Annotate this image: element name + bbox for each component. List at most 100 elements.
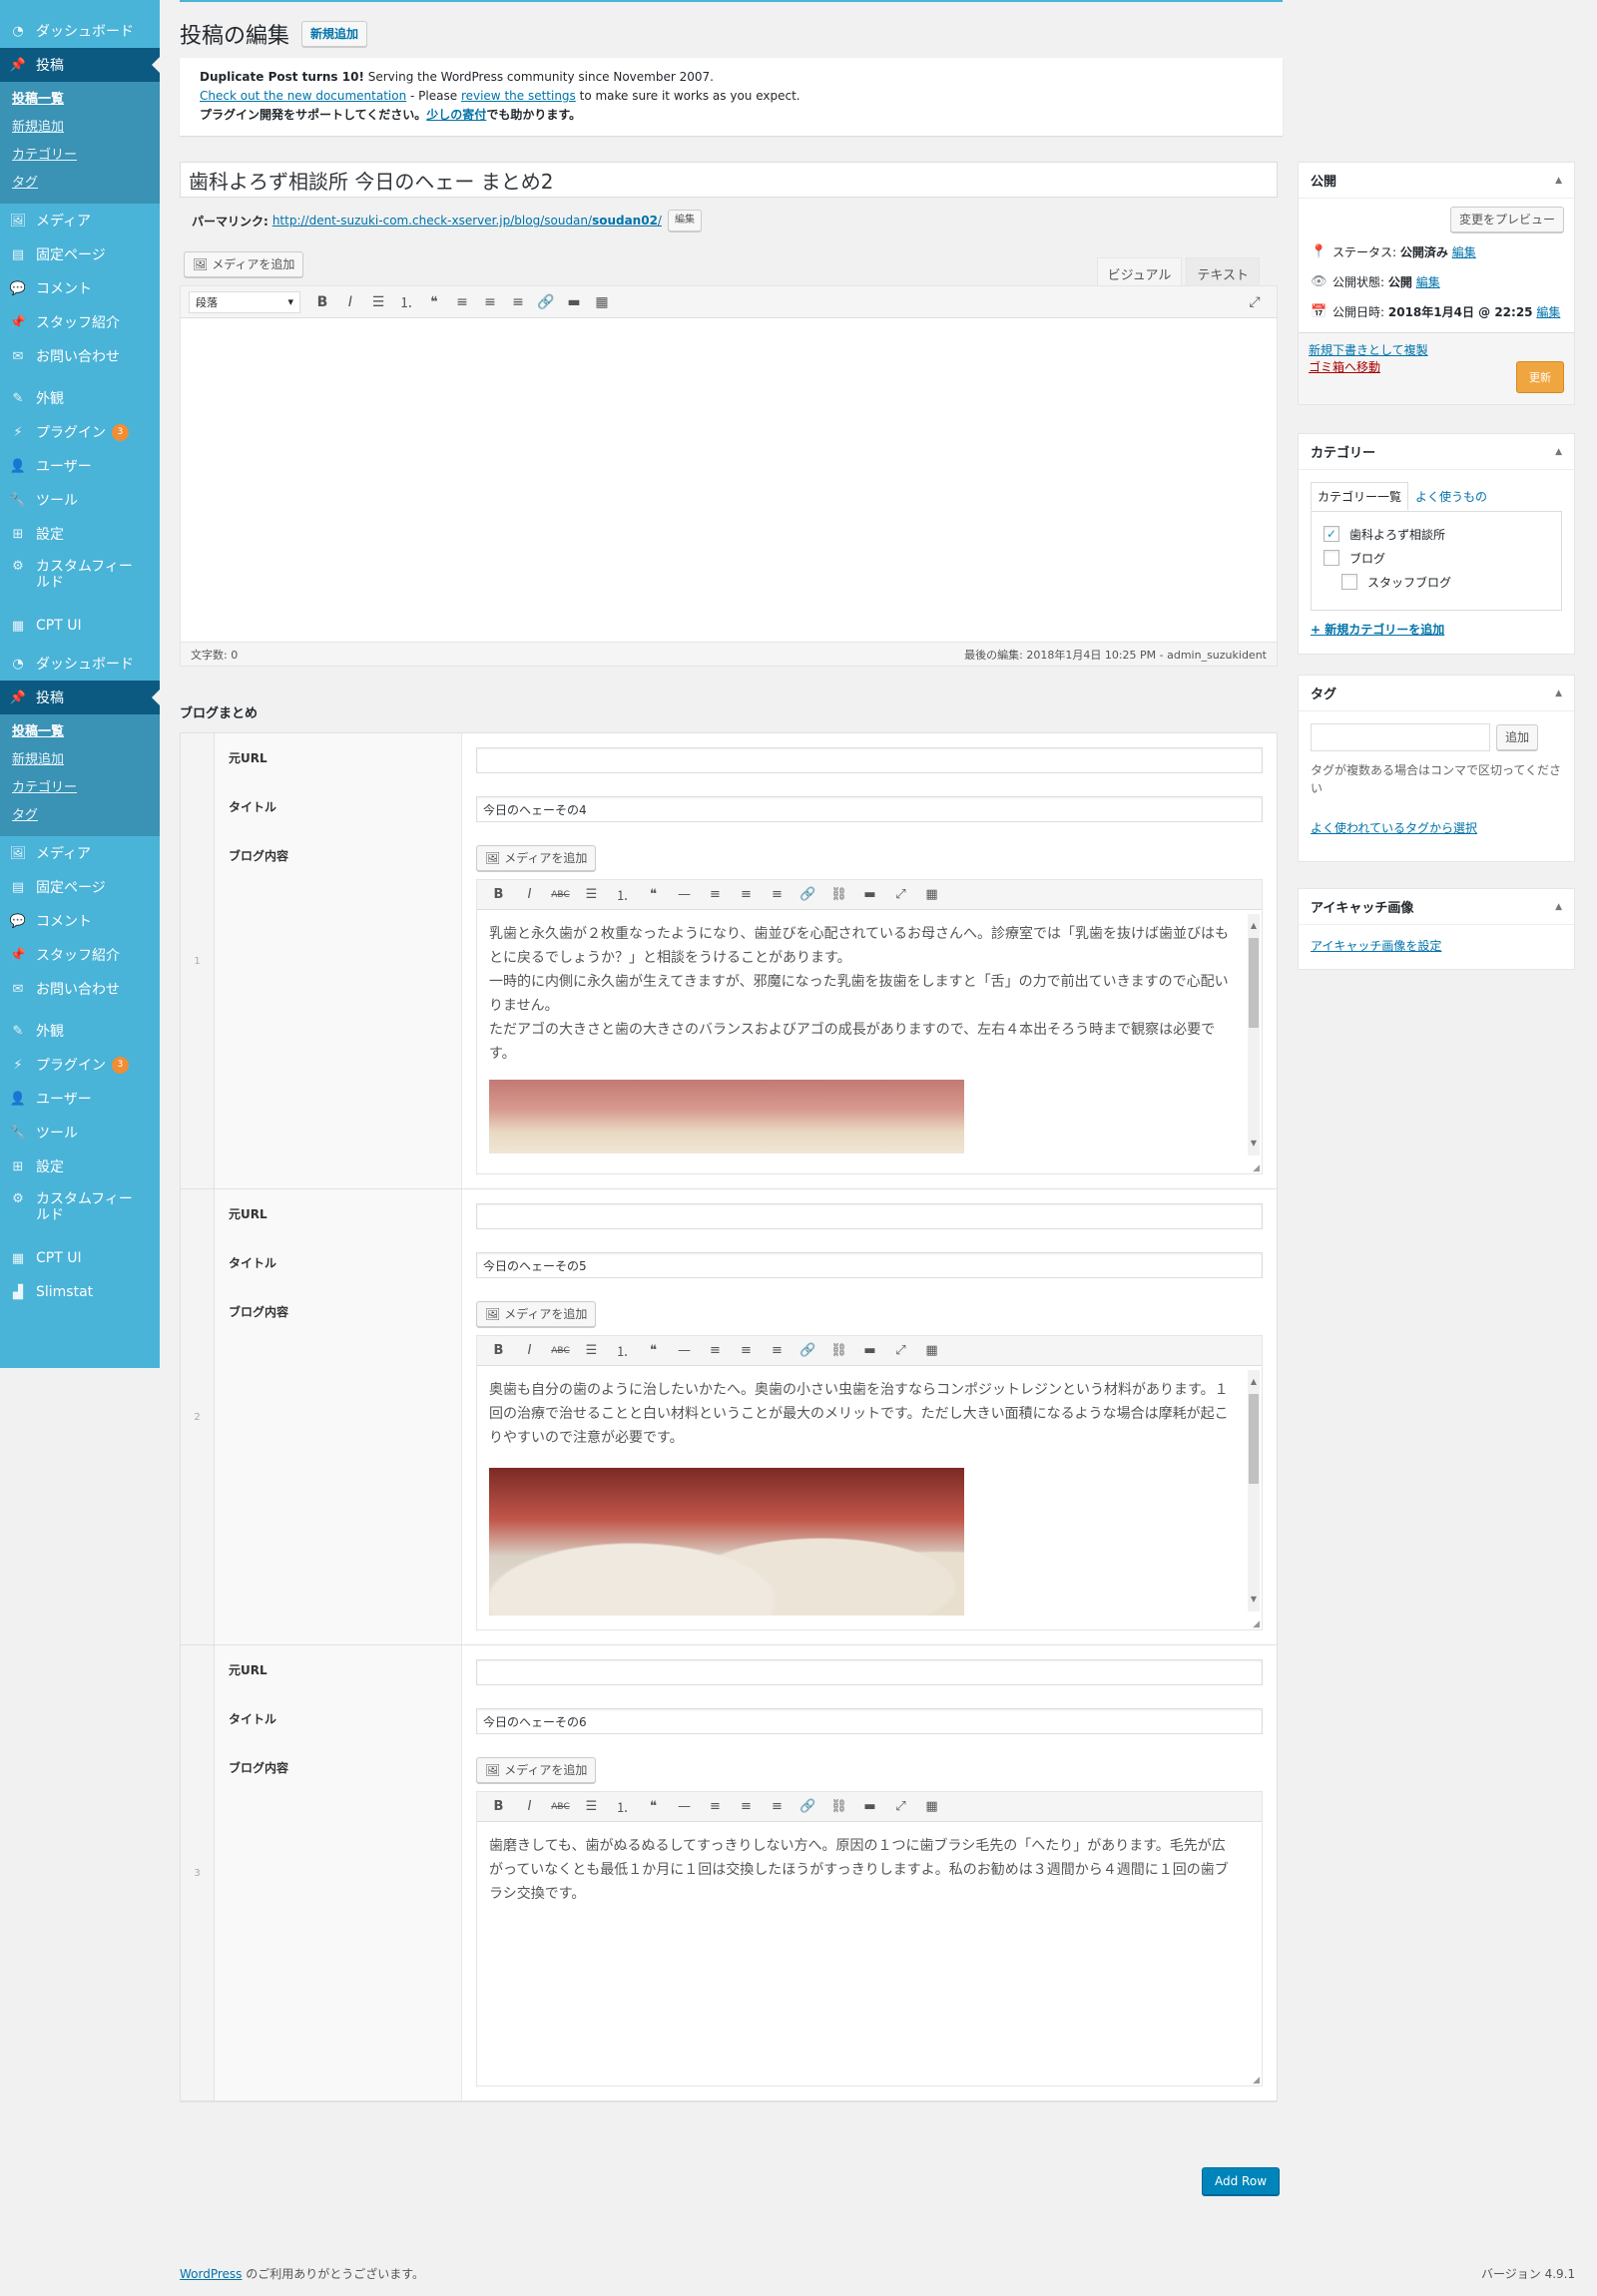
choose-tags-link[interactable]: よく使われているタグから選択 (1311, 821, 1477, 835)
collapse-arrow-icon[interactable]: ▲ (1555, 176, 1562, 186)
sidebar-item[interactable]: ⊞ 設定 (0, 517, 160, 551)
fullscreen-icon[interactable]: ⤢ (885, 883, 916, 907)
blockquote-icon[interactable]: ❝ (638, 1795, 669, 1819)
align-right-icon[interactable]: ≡ (762, 883, 793, 907)
tag-add-button[interactable]: 追加 (1496, 723, 1539, 750)
sidebar-item[interactable]: ◔ ダッシュボード (0, 14, 160, 48)
wysiwyg-content[interactable]: 乳歯と永久歯が２枚重なったようになり、歯並びを心配されているお母さんへ。診療室で… (477, 910, 1262, 1159)
read-more-icon[interactable]: ▬ (854, 883, 885, 907)
submenu-item[interactable]: タグ (0, 802, 160, 830)
read-more-icon[interactable]: ▬ (854, 1795, 885, 1819)
wysiwyg-content[interactable]: 歯磨きしても、歯がぬるぬるしてすっきりしない方へ。原因の１つに歯ブラシ毛先の「へ… (477, 1822, 1262, 2071)
blockquote-icon[interactable]: ❝ (638, 883, 669, 907)
toolbar-toggle-icon[interactable]: ▦ (916, 1795, 947, 1819)
blockquote-icon[interactable]: ❝ (638, 1339, 669, 1363)
scrollbar-thumb[interactable] (1249, 1394, 1259, 1484)
bold-icon[interactable]: B (483, 1339, 514, 1363)
add-category-link[interactable]: + 新規カテゴリーを追加 (1311, 623, 1444, 637)
bold-icon[interactable]: B (483, 1795, 514, 1819)
sidebar-item[interactable]: 🖼 メディア (0, 204, 160, 237)
vertical-scrollbar[interactable]: ▲ ▼ (1248, 914, 1260, 1155)
tag-input[interactable] (1311, 723, 1490, 751)
sidebar-item[interactable]: ✉ お問い合わせ (0, 339, 160, 373)
set-featured-image-link[interactable]: アイキャッチ画像を設定 (1311, 939, 1441, 953)
bullet-list-icon[interactable]: ☰ (364, 290, 392, 314)
tags-box-header[interactable]: タグ ▲ (1299, 676, 1574, 711)
sidebar-item[interactable]: 💬 コメント (0, 271, 160, 305)
scrollbar-thumb[interactable] (1249, 938, 1259, 1028)
link-icon[interactable]: 🔗 (793, 1795, 823, 1819)
wysiwyg-content[interactable]: 奥歯も自分の歯のように治したいかたへ。奥歯の小さい虫歯を治すならコンポジットレジ… (477, 1366, 1262, 1615)
resize-grip-icon[interactable]: ◢ (1253, 1619, 1260, 1629)
post-title-input[interactable] (180, 162, 1278, 198)
align-right-icon[interactable]: ≡ (504, 290, 532, 314)
fullscreen-icon[interactable]: ⤢ (885, 1795, 916, 1819)
sidebar-item[interactable]: ⚙ カスタムフィールド (0, 551, 160, 601)
submenu-item[interactable]: 新規追加 (0, 746, 160, 774)
category-checkbox[interactable]: ✓ (1324, 526, 1339, 542)
bullet-list-icon[interactable]: ☰ (576, 883, 607, 907)
documentation-link[interactable]: Check out the new documentation (200, 89, 406, 103)
submenu-item[interactable]: 投稿一覧 (0, 718, 160, 746)
scroll-down-icon[interactable]: ▼ (1251, 1132, 1257, 1155)
fullscreen-icon[interactable]: ⤢ (1241, 290, 1269, 314)
add-media-button[interactable]: 🖼 メディアを追加 (476, 845, 597, 871)
add-row-button[interactable]: Add Row (1202, 2167, 1281, 2195)
category-checkbox[interactable] (1341, 574, 1357, 590)
align-left-icon[interactable]: ≡ (700, 1795, 731, 1819)
category-checkbox[interactable] (1324, 550, 1339, 566)
horizontal-line-icon[interactable]: — (669, 1339, 700, 1363)
align-center-icon[interactable]: ≡ (731, 883, 762, 907)
scroll-up-icon[interactable]: ▲ (1251, 1370, 1257, 1394)
italic-icon[interactable]: I (514, 1339, 545, 1363)
submenu-item[interactable]: 新規追加 (0, 114, 160, 142)
bold-icon[interactable]: B (308, 290, 336, 314)
align-left-icon[interactable]: ≡ (448, 290, 476, 314)
sidebar-item[interactable]: 📌 投稿 (0, 681, 160, 714)
categories-box-header[interactable]: カテゴリー ▲ (1299, 434, 1574, 470)
tab-all-categories[interactable]: カテゴリー一覧 (1311, 482, 1409, 511)
format-select[interactable]: 段落 ▾ (189, 290, 300, 313)
align-center-icon[interactable]: ≡ (731, 1795, 762, 1819)
add-media-button[interactable]: 🖼 メディアを追加 (476, 1757, 597, 1783)
strikethrough-icon[interactable]: ABC (545, 1795, 576, 1819)
toolbar-toggle-icon[interactable]: ▦ (916, 883, 947, 907)
numbered-list-icon[interactable]: ⒈ (607, 1339, 638, 1363)
wordpress-link[interactable]: WordPress (180, 2267, 242, 2281)
sidebar-item[interactable]: ▤ 固定ページ (0, 870, 160, 904)
sidebar-item[interactable]: 📌 投稿 (0, 48, 160, 82)
sidebar-item[interactable]: ⚙ カスタムフィールド (0, 1183, 160, 1233)
sidebar-item[interactable]: ▦ CPT UI (0, 609, 160, 643)
collapse-arrow-icon[interactable]: ▲ (1555, 689, 1562, 698)
sidebar-item[interactable]: ◔ ダッシュボード (0, 647, 160, 681)
italic-icon[interactable]: I (514, 883, 545, 907)
preview-button[interactable]: 変更をプレビュー (1449, 207, 1564, 232)
italic-icon[interactable]: I (336, 290, 364, 314)
row-number[interactable]: 2 (181, 1189, 215, 1644)
copy-to-draft-link[interactable]: 新規下書きとして複製 (1309, 343, 1428, 357)
sidebar-item[interactable]: 👤 ユーザー (0, 1082, 160, 1116)
status-edit-link[interactable]: 編集 (1452, 243, 1476, 260)
link-icon[interactable]: 🔗 (532, 290, 560, 314)
read-more-icon[interactable]: ▬ (560, 290, 588, 314)
sidebar-item[interactable]: ✉ お問い合わせ (0, 972, 160, 1006)
read-more-icon[interactable]: ▬ (854, 1339, 885, 1363)
tab-popular-categories[interactable]: よく使うもの (1408, 482, 1494, 511)
add-new-button[interactable]: 新規追加 (301, 21, 368, 47)
bullet-list-icon[interactable]: ☰ (576, 1795, 607, 1819)
sidebar-item[interactable]: ⚡ プラグイン 3 (0, 415, 160, 449)
url-input[interactable] (476, 1203, 1263, 1229)
add-media-button[interactable]: 🖼 メディアを追加 (476, 1301, 597, 1327)
sidebar-item[interactable]: 📌 スタッフ紹介 (0, 938, 160, 972)
scroll-up-icon[interactable]: ▲ (1251, 914, 1257, 938)
resize-grip-icon[interactable]: ◢ (1253, 1163, 1260, 1173)
permalink-edit-button[interactable]: 編集 (667, 210, 702, 231)
sidebar-item[interactable]: 🖼 メディア (0, 836, 160, 870)
publish-box-header[interactable]: 公開 ▲ (1299, 163, 1574, 199)
align-left-icon[interactable]: ≡ (700, 883, 731, 907)
collapse-arrow-icon[interactable]: ▲ (1555, 902, 1562, 912)
sidebar-item[interactable]: ⊞ 設定 (0, 1149, 160, 1183)
sidebar-item[interactable]: 👤 ユーザー (0, 449, 160, 483)
scroll-down-icon[interactable]: ▼ (1251, 1588, 1257, 1611)
title-input[interactable] (476, 796, 1263, 822)
